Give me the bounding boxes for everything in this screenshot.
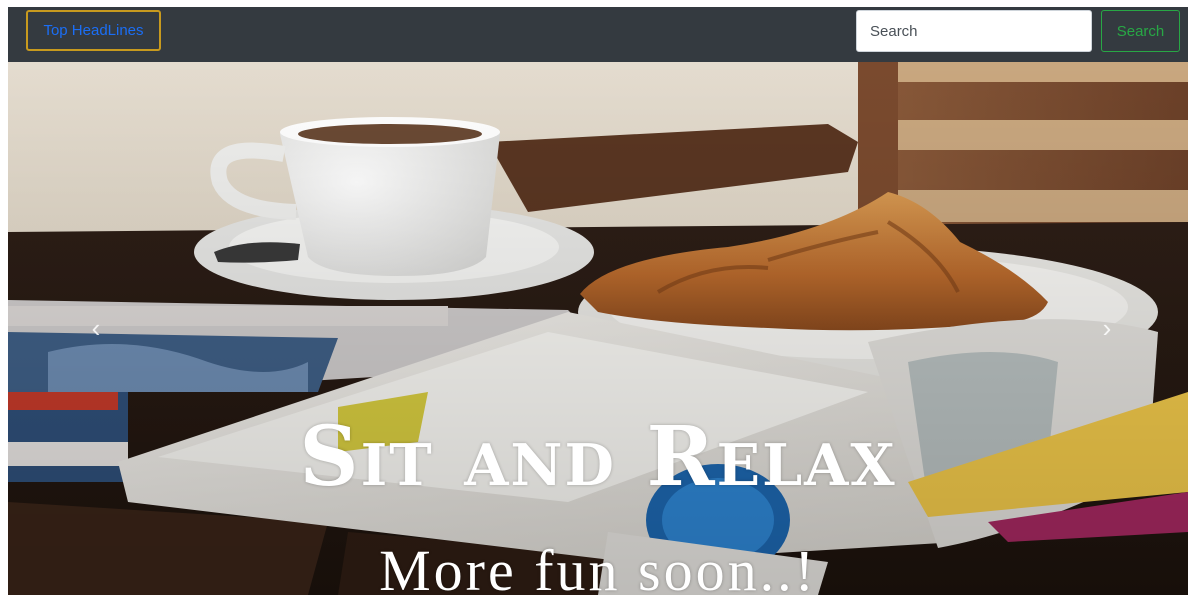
top-headlines-button[interactable]: Top HeadLines (26, 10, 161, 51)
navbar: Top HeadLines Search (8, 7, 1188, 62)
chevron-left-icon[interactable]: ‹ (84, 312, 108, 344)
carousel: ‹ › Sit and Relax More fun soon..! (8, 62, 1188, 595)
chevron-right-icon[interactable]: › (1095, 312, 1119, 344)
page-frame: Top HeadLines Search Search ‹ › Sit and … (8, 7, 1188, 595)
carousel-caption-title: Sit and Relax (299, 409, 897, 505)
search-input[interactable] (856, 10, 1092, 52)
carousel-caption-subtitle: More fun soon..! (379, 538, 817, 595)
search-button[interactable]: Search (1101, 10, 1180, 52)
carousel-image (8, 62, 1188, 595)
